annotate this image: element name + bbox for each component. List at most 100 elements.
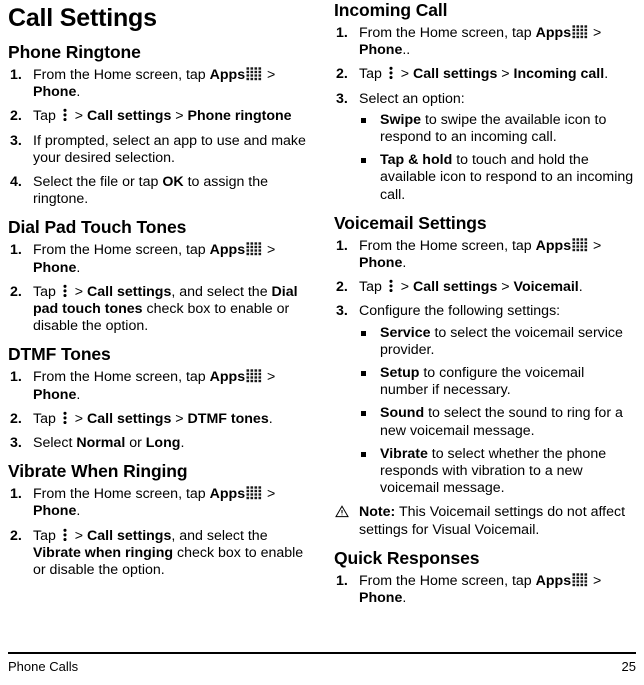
emphasis-text: Voicemail — [513, 279, 579, 296]
overflow-menu-icon — [389, 67, 393, 80]
sub-bullet-text: Vibrate to select whether the phone resp… — [380, 446, 606, 496]
step-text: Tap > Call settings > DTMF tones. — [33, 411, 273, 427]
step-list: 1. From the Home screen, tap Apps > Phone… — [334, 238, 636, 498]
sub-bullet-text: Tap & hold to touch and hold the availab… — [380, 152, 633, 202]
body-text: > — [70, 410, 87, 427]
body-text: . — [180, 435, 185, 452]
manual-page: Call Settings Phone Ringtone 1. From the H… — [0, 0, 644, 685]
emphasis-text: Vibrate — [380, 445, 428, 462]
body-text: From the Home screen, tap — [33, 67, 210, 83]
emphasis-text: Phone — [33, 259, 77, 276]
emphasis-text: Normal — [76, 435, 126, 452]
body-text: Configure the following settings: — [359, 303, 561, 320]
step-text: Tap > Call settings > Phone ringtone — [33, 108, 292, 124]
step-text: From the Home screen, tap Apps > Phone. — [33, 369, 275, 402]
emphasis-text: Apps — [209, 242, 246, 259]
apps-grid-icon — [246, 369, 262, 383]
step-item: 2. Tap > Call settings, and select the Vi… — [8, 528, 310, 580]
body-text: > — [70, 527, 87, 544]
step-text: From the Home screen, tap Apps > Phone. — [33, 242, 275, 275]
step-item: 2. Tap > Call settings > DTMF tones. — [8, 411, 310, 428]
step-item: 3. Configure the following settings: Servi… — [334, 303, 636, 497]
step-item: 2. Tap > Call settings > Voicemail. — [334, 279, 636, 296]
step-number: 1. — [10, 369, 22, 386]
step-list: 1. From the Home screen, tap Apps > Phone… — [334, 25, 636, 204]
step-item: 4. Select the file or tap OK to assign th… — [8, 174, 310, 208]
apps-grid-icon — [572, 573, 588, 587]
step-number: 2. — [10, 108, 22, 125]
body-text: . — [76, 84, 81, 101]
sub-bullet-item: Swipe to swipe the available icon to res… — [359, 112, 636, 146]
step-number: 1. — [336, 572, 348, 589]
body-text: . — [604, 66, 609, 83]
body-text: > — [589, 25, 602, 41]
body-text: . — [402, 255, 407, 272]
step-item: 1. From the Home screen, tap Apps > Phone… — [8, 242, 310, 276]
step-text: Select an option: — [359, 91, 465, 107]
step-item: 1. From the Home screen, tap Apps > Phone… — [334, 573, 636, 607]
section-heading: DTMF Tones — [8, 344, 111, 365]
emphasis-text: Phone — [359, 590, 403, 607]
emphasis-text: Incoming call — [513, 66, 605, 83]
sub-bullet-text: Sound to select the sound to ring for a … — [380, 405, 623, 438]
step-number: 1. — [336, 25, 348, 41]
body-text: Tap — [359, 279, 386, 296]
emphasis-text: Call settings — [87, 410, 172, 427]
body-text: > — [171, 108, 188, 125]
body-text: > — [263, 67, 276, 83]
step-list: 1. From the Home screen, tap Apps > Phone… — [8, 486, 310, 579]
step-number: 1. — [10, 67, 22, 83]
step-number: 4. — [10, 174, 22, 191]
body-text: > — [497, 66, 514, 83]
emphasis-text: Phone ringtone — [187, 108, 292, 125]
left-sections-container: Phone Ringtone 1. From the Home screen, ta… — [8, 42, 310, 579]
apps-grid-icon — [572, 25, 588, 39]
body-text: > — [70, 283, 87, 300]
body-text: . — [76, 259, 81, 276]
step-text: Tap > Call settings > Voicemail. — [359, 279, 583, 295]
overflow-menu-icon — [63, 109, 67, 122]
emphasis-text: Apps — [209, 369, 246, 386]
step-item: 1. From the Home screen, tap Apps > Phone… — [8, 486, 310, 520]
right-column: Incoming Call 1. From the Home screen, tap… — [322, 0, 644, 614]
step-text: From the Home screen, tap Apps > Phone. — [359, 238, 601, 271]
step-number: 2. — [336, 279, 348, 296]
body-text: . — [268, 410, 273, 427]
section-heading: Phone Ringtone — [8, 42, 141, 62]
footer-chapter-label: Phone Calls — [8, 659, 79, 674]
right-sections-container: Incoming Call 1. From the Home screen, tap… — [334, 0, 636, 607]
body-text: . — [76, 503, 81, 520]
body-text: Tap — [33, 283, 60, 300]
step-item: 1. From the Home screen, tap Apps > Phone… — [8, 67, 310, 101]
step-number: 1. — [10, 242, 22, 259]
page-footer: Phone Calls 25 — [0, 652, 644, 685]
step-list: 1. From the Home screen, tap Apps > Phone… — [8, 242, 310, 335]
body-text: > — [497, 279, 514, 296]
sub-bullet-list: Service to select the voicemail service … — [359, 325, 636, 498]
body-text: Tap — [359, 66, 386, 83]
square-bullet-icon — [361, 117, 366, 123]
square-bullet-icon — [361, 411, 366, 417]
section-heading: Incoming Call — [334, 0, 448, 20]
overflow-menu-icon — [389, 279, 393, 293]
body-text: This Voicemail settings do not affect se… — [359, 504, 626, 538]
apps-grid-icon — [246, 242, 262, 256]
square-bullet-icon — [361, 330, 366, 336]
body-text: .. — [402, 42, 411, 59]
step-text: From the Home screen, tap Apps > Phone.. — [359, 25, 601, 58]
step-number: 3. — [10, 132, 22, 149]
body-text: Select — [33, 435, 77, 452]
body-text: From the Home screen, tap — [359, 25, 536, 41]
step-item: 2. Tap > Call settings > Incoming call. — [334, 66, 636, 83]
step-text: Tap > Call settings > Incoming call. — [359, 66, 608, 82]
emphasis-text: Apps — [535, 25, 572, 41]
step-number: 2. — [10, 527, 22, 544]
note-callout: Note: This Voicemail settings do not aff… — [334, 504, 636, 538]
square-bullet-icon — [361, 371, 366, 377]
step-item: 3. If prompted, select an app to use and … — [8, 133, 310, 167]
step-text: Configure the following settings: — [359, 303, 560, 319]
section-heading: Quick Responses — [334, 547, 480, 568]
emphasis-text: Phone — [33, 503, 77, 520]
section-heading: Voicemail Settings — [334, 212, 487, 233]
overflow-menu-icon — [63, 528, 67, 541]
